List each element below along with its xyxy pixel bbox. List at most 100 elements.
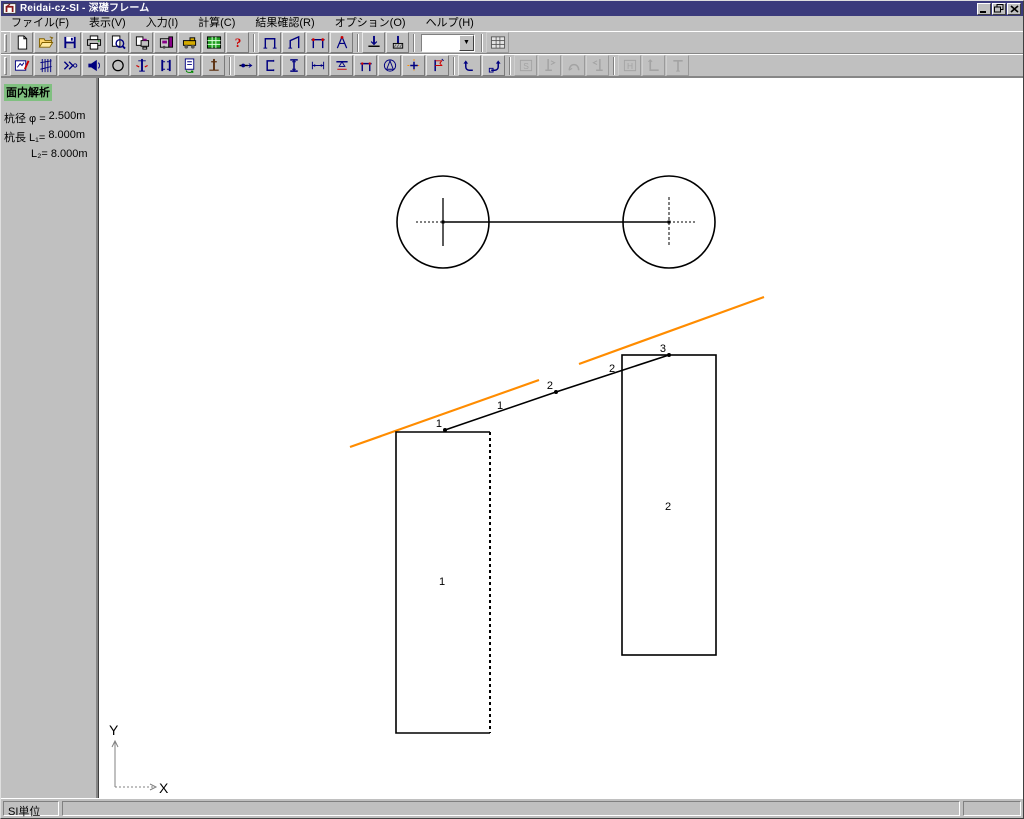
- megaphone-button[interactable]: [82, 55, 105, 76]
- table-grid-icon: [490, 35, 506, 50]
- help-icon: ?: [230, 35, 246, 50]
- support-icon: [334, 58, 350, 73]
- close-button[interactable]: [1007, 3, 1021, 15]
- minimize-button[interactable]: [977, 3, 991, 15]
- main-area: 面内解析 杭径 φ = 2.500m 杭長 L₁= 8.000m L₂= 8.0…: [1, 77, 1023, 798]
- print-setup-icon: [134, 35, 150, 50]
- pile-base-button[interactable]: [386, 32, 409, 53]
- toolbar-grip[interactable]: [4, 57, 7, 75]
- result-table-icon: [206, 35, 222, 50]
- menu-calc[interactable]: 計算(C): [192, 16, 241, 31]
- arc-gray-button: [562, 55, 585, 76]
- save-file-button[interactable]: [58, 32, 81, 53]
- node-dot-3: [667, 353, 671, 357]
- coordinate-axis: Y X: [109, 722, 169, 796]
- node-label-3: 3: [660, 343, 666, 355]
- redo-icon: [486, 58, 502, 73]
- drawing-area[interactable]: 1 2 3 1 2 1 2 Y X: [98, 78, 1023, 798]
- redo-button[interactable]: [482, 55, 505, 76]
- pile-diameter-row: 杭径 φ = 2.500m: [4, 110, 93, 126]
- toolbar-separator: [229, 57, 231, 75]
- window-title: Reidai-cz-SI - 深礎フレーム: [20, 1, 977, 16]
- derrick-button[interactable]: [378, 55, 401, 76]
- menu-input[interactable]: 入力(I): [140, 16, 184, 31]
- circle-tool-button[interactable]: [106, 55, 129, 76]
- node-label-2: 2: [547, 380, 553, 392]
- doc-refresh-button[interactable]: [178, 55, 201, 76]
- pile-label-2: 2: [665, 501, 671, 513]
- frame-slant-button[interactable]: [282, 32, 305, 53]
- app-window: Reidai-cz-SI - 深礎フレーム ファイル(F) 表示(V) 入力(I…: [0, 0, 1024, 819]
- pile-length1-row: 杭長 L₁= 8.000m: [4, 129, 93, 145]
- ground-layers-button[interactable]: [34, 55, 57, 76]
- data-machine-icon: [182, 35, 198, 50]
- analysis-machine-button[interactable]: [154, 32, 177, 53]
- help-button[interactable]: ?: [226, 32, 249, 53]
- node-dot-1: [443, 428, 447, 432]
- image-edit-icon: [14, 58, 30, 73]
- frame-small-button[interactable]: [354, 55, 377, 76]
- analysis-machine-icon: [158, 35, 174, 50]
- member-select-combo[interactable]: ▼: [421, 34, 475, 52]
- pile-length2-value: 8.000m: [51, 148, 88, 160]
- restore-button[interactable]: [992, 3, 1006, 15]
- frame-tower-icon: [334, 35, 350, 50]
- pile-load-button[interactable]: [362, 32, 385, 53]
- menu-file[interactable]: ファイル(F): [5, 16, 75, 31]
- window-controls: [977, 3, 1021, 15]
- frame-twin-icon: [310, 35, 326, 50]
- pile-elevation-icon: [206, 58, 222, 73]
- app-icon: [3, 2, 17, 15]
- toolbar-separator: [509, 57, 511, 75]
- print-button[interactable]: [82, 32, 105, 53]
- menu-results[interactable]: 結果確認(R): [249, 16, 320, 31]
- node-member-button[interactable]: [234, 55, 257, 76]
- data-machine-button[interactable]: [178, 32, 201, 53]
- frame-portal-icon: [262, 35, 278, 50]
- restore-icon: [994, 4, 1004, 13]
- expand-view-button[interactable]: [58, 55, 81, 76]
- toolbar-grip[interactable]: [4, 34, 7, 52]
- frame-tower-button[interactable]: [330, 32, 353, 53]
- frame-portal-button[interactable]: [258, 32, 281, 53]
- ground-layers-icon: [38, 58, 54, 73]
- svg-text:S: S: [523, 61, 529, 71]
- i-beam-section-button[interactable]: [282, 55, 305, 76]
- print-preview-button[interactable]: [106, 32, 129, 53]
- column-pair-icon: [158, 58, 174, 73]
- menu-options[interactable]: オプション(O): [329, 16, 412, 31]
- pile-elevation-button[interactable]: [202, 55, 225, 76]
- menu-view[interactable]: 表示(V): [83, 16, 132, 31]
- print-icon: [86, 35, 102, 50]
- pile-driver-button[interactable]: [130, 55, 153, 76]
- megaphone-icon: [86, 58, 102, 73]
- pile-flag-button[interactable]: [426, 55, 449, 76]
- new-document-button[interactable]: [10, 32, 33, 53]
- frame-twin-button[interactable]: [306, 32, 329, 53]
- pile-load-icon: [366, 35, 382, 50]
- channel-section-button[interactable]: [258, 55, 281, 76]
- close-icon: [1010, 5, 1019, 13]
- print-setup-button[interactable]: [130, 32, 153, 53]
- chevron-down-icon[interactable]: ▼: [459, 35, 474, 51]
- h-box-icon: H: [622, 58, 638, 73]
- dimension-button[interactable]: [306, 55, 329, 76]
- support-button[interactable]: [330, 55, 353, 76]
- node-member-icon: [238, 58, 254, 73]
- toolbar-separator: [453, 57, 455, 75]
- result-table-button[interactable]: [202, 32, 225, 53]
- pile-plan-view: [397, 176, 715, 268]
- axes-cross-button[interactable]: [402, 55, 425, 76]
- ground-line-1: [350, 380, 539, 447]
- menu-help[interactable]: ヘルプ(H): [420, 16, 480, 31]
- pile-diameter-label: 杭径 φ =: [4, 110, 46, 126]
- s-box-button: S: [514, 55, 537, 76]
- open-file-button[interactable]: [34, 32, 57, 53]
- pile-gray-a-icon: [542, 58, 558, 73]
- image-edit-button[interactable]: [10, 55, 33, 76]
- pile-gray-b-icon: [590, 58, 606, 73]
- member-label-2: 2: [609, 363, 615, 375]
- column-pair-button[interactable]: [154, 55, 177, 76]
- undo-button[interactable]: [458, 55, 481, 76]
- pile-length2-row: L₂= 8.000m: [4, 148, 93, 160]
